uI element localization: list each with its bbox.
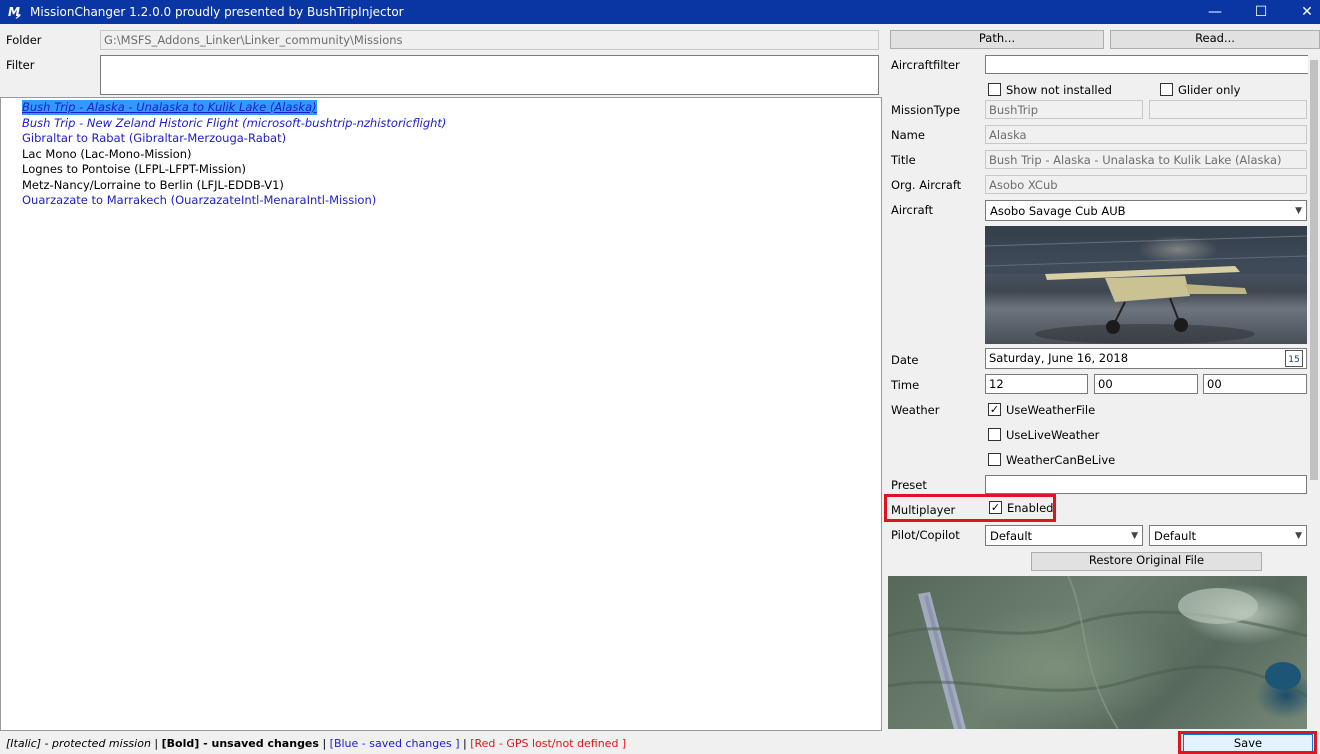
aircraftfilter-label: Aircraftfilter [891,58,960,72]
minute-input[interactable]: 00 [1094,374,1198,394]
status-italic-tag: [Italic] [6,737,42,750]
use-live-weather-checkbox[interactable] [988,428,1001,441]
folder-label: Folder [6,33,42,47]
aircraft-label: Aircraft [891,203,933,217]
show-not-installed-checkbox[interactable] [988,83,1001,96]
minute-text: 00 [1098,377,1113,391]
app-icon: Ӎ [8,5,22,19]
filter-label: Filter [6,58,35,72]
save-highlight-box [1178,731,1317,754]
date-picker[interactable]: Saturday, June 16, 2018 15 [985,348,1307,369]
name-field: Alaska [985,125,1307,144]
details-scrollbar-thumb[interactable] [1310,60,1318,480]
title-bar: Ӎ MissionChanger 1.2.0.0 proudly present… [0,0,1320,24]
copilot-dropdown[interactable]: Default ▼ [1149,525,1307,546]
use-live-weather-label: UseLiveWeather [1006,428,1100,442]
list-item[interactable]: Bush Trip - Alaska - Unalaska to Kulik L… [22,100,317,115]
filter-input[interactable] [100,55,879,95]
restore-original-file-button[interactable]: Restore Original File [1031,552,1262,571]
list-item[interactable]: Bush Trip - New Zeland Historic Flight (… [22,116,446,131]
second-text: 00 [1207,377,1222,391]
pilot-copilot-label: Pilot/Copilot [891,528,960,542]
weather-can-be-live-checkbox[interactable] [988,453,1001,466]
use-weather-file-checkbox[interactable]: ✓ [988,403,1001,416]
preset-label: Preset [891,478,927,492]
aircraft-illustration [985,226,1307,344]
minimize-button[interactable]: — [1192,0,1238,24]
list-item[interactable]: Gibraltar to Rabat (Gibraltar-Merzouga-R… [22,131,286,146]
pilot-dropdown[interactable]: Default ▼ [985,525,1143,546]
list-item[interactable]: Ouarzazate to Marrakech (OuarzazateIntl-… [22,193,376,208]
title-field: Bush Trip - Alaska - Unalaska to Kulik L… [985,150,1307,169]
list-item[interactable]: Lognes to Pontoise (LFPL-LFPT-Mission) [22,162,246,177]
aircraft-selected-value: Asobo Savage Cub AUB [990,204,1126,218]
window-title: MissionChanger 1.2.0.0 proudly presented… [30,5,404,19]
status-separator: | [459,737,471,750]
org-aircraft-text: Asobo XCub [989,178,1058,192]
read-button[interactable]: Read... [1110,30,1320,49]
chevron-down-icon: ▼ [1295,531,1302,541]
aircraft-dropdown[interactable]: Asobo Savage Cub AUB ▼ [985,200,1307,221]
second-input[interactable]: 00 [1203,374,1307,394]
org-aircraft-field: Asobo XCub [985,175,1307,194]
title-text: Bush Trip - Alaska - Unalaska to Kulik L… [989,153,1282,167]
path-button[interactable]: Path... [890,30,1104,49]
status-red-desc: [Red - GPS lost/not defined ] [470,737,627,750]
status-bold-desc: [Bold] - unsaved changes [161,737,319,750]
list-item[interactable]: Lac Mono (Lac-Mono-Mission) [22,147,192,162]
name-text: Alaska [989,128,1027,142]
chevron-down-icon: ▼ [1131,531,1138,541]
hour-text: 12 [989,377,1004,391]
missiontype-text: BushTrip [989,103,1039,117]
date-text: Saturday, June 16, 2018 [989,351,1129,365]
glider-only-label: Glider only [1178,83,1241,97]
mission-list[interactable]: Bush Trip - Alaska - Unalaska to Kulik L… [0,97,882,731]
status-italic-desc: - protected mission | [41,737,162,750]
show-not-installed-label: Show not installed [1006,83,1112,97]
multiplayer-highlight-box [884,494,1056,522]
weather-label: Weather [891,403,940,417]
hour-input[interactable]: 12 [985,374,1088,394]
status-separator: | [318,737,330,750]
satellite-illustration [888,576,1307,729]
missiontype-label: MissionType [891,103,961,117]
time-label: Time [891,378,920,392]
status-bar: [Italic] - protected mission | [Bold] - … [0,733,1320,754]
chevron-down-icon: ▼ [1295,206,1302,216]
folder-field[interactable]: G:\MSFS_Addons_Linker\Linker_community\M… [100,30,879,50]
missiontype-field: BushTrip [985,100,1143,119]
preset-input[interactable] [985,475,1307,494]
name-label: Name [891,128,925,142]
copilot-selected-value: Default [1154,529,1197,543]
close-button[interactable]: ✕ [1284,0,1320,24]
calendar-icon[interactable]: 15 [1285,350,1303,367]
missiontype-extra-field [1149,100,1307,119]
aircraftfilter-input[interactable] [985,55,1320,74]
satellite-map-image [888,576,1307,729]
maximize-button[interactable]: ☐ [1238,0,1284,24]
status-blue-desc: [Blue - saved changes ] [329,737,460,750]
use-weather-file-label: UseWeatherFile [1006,403,1096,417]
folder-path-text: G:\MSFS_Addons_Linker\Linker_community\M… [104,33,403,47]
org-aircraft-label: Org. Aircraft [891,178,962,192]
glider-only-checkbox[interactable] [1160,83,1173,96]
pilot-selected-value: Default [990,529,1033,543]
list-item[interactable]: Metz-Nancy/Lorraine to Berlin (LFJL-EDDB… [22,178,284,193]
weather-can-be-live-label: WeatherCanBeLive [1006,453,1116,467]
aircraft-preview-image [985,226,1307,344]
date-label: Date [891,353,919,367]
title-label: Title [891,153,916,167]
